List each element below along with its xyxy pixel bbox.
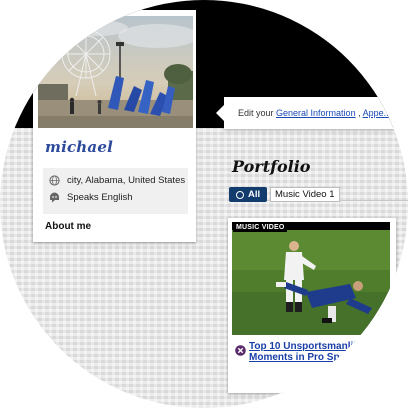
edit-bar-text: Edit your General Information , Appe... bbox=[238, 108, 391, 118]
globe-icon bbox=[49, 174, 60, 186]
portfolio-title: Portfolio bbox=[232, 157, 311, 176]
filter-music-video-label: Music Video 1 bbox=[275, 189, 335, 200]
profile-info-box: city, Alabama, United States Speaks Engl… bbox=[43, 168, 188, 214]
about-me-heading: About me bbox=[45, 221, 92, 232]
music-video-tag: MUSIC VIDEO bbox=[233, 223, 288, 232]
video-card: MUSIC VIDEO Top 10 Unsportsmanlik Moment… bbox=[228, 218, 396, 393]
general-information-link[interactable]: General Information bbox=[276, 108, 356, 118]
radio-icon bbox=[236, 190, 244, 199]
location-text: city, Alabama, United States bbox=[67, 174, 186, 186]
edit-bar: Edit your General Information , Appe... bbox=[216, 97, 408, 129]
location-row: city, Alabama, United States bbox=[49, 173, 185, 187]
stage: michael city, Alabama, United States Spe… bbox=[0, 0, 408, 408]
appearance-link[interactable]: Appe... bbox=[363, 108, 392, 118]
edit-bar-pointer bbox=[216, 105, 224, 121]
profile-photo[interactable] bbox=[38, 16, 193, 128]
circular-viewport: michael city, Alabama, United States Spe… bbox=[0, 0, 408, 408]
video-thumbnail[interactable]: MUSIC VIDEO bbox=[232, 222, 390, 335]
edit-separator: , bbox=[355, 108, 363, 118]
filter-all-label: All bbox=[248, 189, 261, 200]
video-title-line-1: Top 10 Unsportsmanlik bbox=[249, 341, 359, 352]
language-text: Speaks English bbox=[67, 191, 133, 203]
close-icon[interactable] bbox=[235, 343, 246, 356]
speech-icon bbox=[49, 192, 60, 203]
profile-name: michael bbox=[45, 138, 113, 156]
profile-card: michael city, Alabama, United States Spe… bbox=[33, 10, 196, 242]
filter-music-video-button[interactable]: Music Video 1 bbox=[270, 187, 340, 202]
video-title-link[interactable]: Top 10 Unsportsmanlik Moments in Pro Spo… bbox=[249, 341, 408, 363]
edit-prefix: Edit your bbox=[238, 108, 277, 118]
video-title-line-2: Moments in Pro Spo... bbox=[249, 352, 355, 363]
language-row: Speaks English bbox=[49, 190, 132, 204]
filter-all-button[interactable]: All bbox=[229, 187, 268, 202]
